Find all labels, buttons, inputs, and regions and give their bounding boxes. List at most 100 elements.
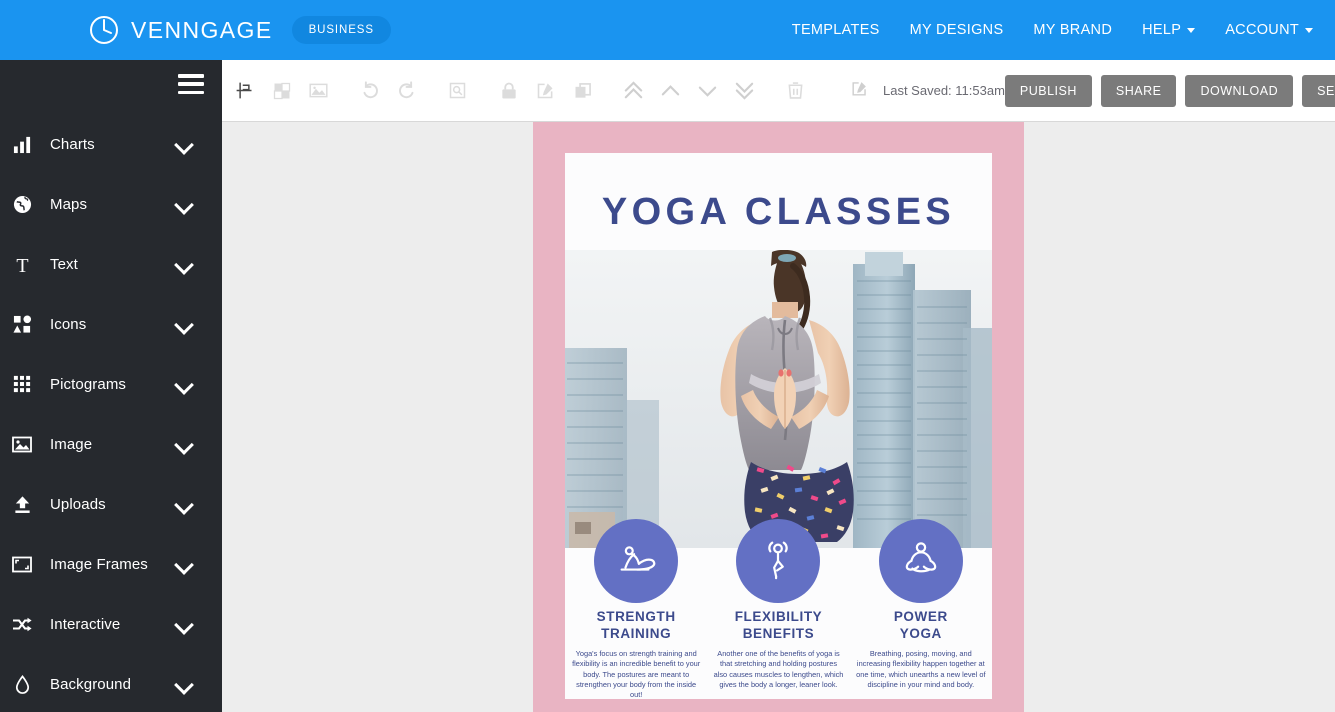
shuffle-arrows-icon [8,612,36,636]
sidebar-item-pictograms[interactable]: Pictograms [0,354,222,414]
brand-logo-group[interactable]: VENNGAGE [88,14,273,46]
nav-item-account[interactable]: ACCOUNT [1225,22,1313,38]
shapes-icon [8,312,36,336]
design-workspace[interactable]: YOGA CLASSES STRENGTH TRAINING Yoga's fo… [222,122,1335,712]
rename-document-icon[interactable] [850,79,869,103]
redo-arrow-icon[interactable] [391,75,422,106]
chevron-down-icon [176,196,192,212]
picture-icon [8,432,36,456]
toolbar-group-history [351,75,425,106]
feature-flexibility[interactable]: FLEXIBILITY BENEFITS Another one of the … [707,608,849,699]
settings-button[interactable]: SETTINGS [1302,74,1335,107]
svg-text:T: T [16,254,28,274]
feature-power[interactable]: POWER YOGA Breathing, posing, moving, an… [850,608,992,699]
yoga-photo[interactable] [565,250,992,548]
chevron-down-icon [176,556,192,572]
feature-body-strength: Yoga's focus on strength training and fl… [572,649,701,699]
crop-frame-icon[interactable] [442,75,473,106]
flyer-title[interactable]: YOGA CLASSES [565,191,992,234]
trash-icon[interactable] [780,75,811,106]
toolbar-group-arrange [222,75,337,106]
toolbar-group-layer-order [615,75,763,106]
sidebar-item-charts[interactable]: Charts [0,114,222,174]
sidebar-label-icons: Icons [50,315,87,333]
left-sidebar: Charts Maps T Text Icons Pictograms Imag… [0,60,222,712]
workspace-scrollbar[interactable] [1326,122,1335,712]
sidebar-item-interactive[interactable]: Interactive [0,594,222,654]
chevron-down-icon [176,676,192,692]
plan-badge[interactable]: BUSINESS [291,16,391,44]
pencil-square-icon[interactable] [530,75,561,106]
toolbar-group-object [490,75,601,106]
yoga-tree-pose-icon [755,536,801,587]
copy-icon[interactable] [567,75,598,106]
chevron-down-icon [176,316,192,332]
feature-body-power: Breathing, posing, moving, and increasin… [856,649,986,689]
double-chevron-up-icon[interactable] [618,75,649,106]
sidebar-label-interactive: Interactive [50,615,121,633]
feature-title-strength: STRENGTH TRAINING [596,609,676,641]
hamburger-menu-icon[interactable] [178,74,204,94]
nav-label-help: HELP [1142,22,1182,38]
chevron-down-icon[interactable] [692,75,723,106]
nav-label-templates: TEMPLATES [791,22,880,38]
feature-body-flexibility: Another one of the benefits of yoga is t… [713,649,844,689]
clock-circle-logo-icon [88,14,120,46]
image-icon[interactable] [303,75,334,106]
chevron-up-icon[interactable] [655,75,686,106]
chevron-down-icon [176,616,192,632]
sidebar-item-uploads[interactable]: Uploads [0,474,222,534]
publish-button[interactable]: PUBLISH [1004,74,1092,107]
nav-label-my-brand: MY BRAND [1033,22,1113,38]
chevron-down-icon [176,256,192,272]
sidebar-item-image-frames[interactable]: Image Frames [0,534,222,594]
top-nav-links: TEMPLATES MY DESIGNS MY BRAND HELP ACCOU… [792,22,1313,38]
toolbar-group-delete [777,75,814,106]
chevron-down-icon [176,436,192,452]
sidebar-item-image[interactable]: Image [0,414,222,474]
undo-arrow-icon[interactable] [354,75,385,106]
lock-icon[interactable] [493,75,524,106]
nav-item-templates[interactable]: TEMPLATES [792,22,880,38]
sidebar-label-image-frames: Image Frames [50,555,148,573]
grid-dots-icon [8,372,36,396]
feature-strength[interactable]: STRENGTH TRAINING Yoga's focus on streng… [565,608,707,699]
chevron-down-icon [176,136,192,152]
yoga-photo-illustration [565,250,992,548]
brand-name: VENNGAGE [131,16,273,43]
globe-icon [8,192,36,216]
nav-item-my-designs[interactable]: MY DESIGNS [910,22,1004,38]
feature-circle-power[interactable] [878,519,963,603]
feature-text-row: STRENGTH TRAINING Yoga's focus on streng… [565,608,992,699]
checker-swap-icon[interactable] [266,75,297,106]
nav-item-help[interactable]: HELP [1142,22,1196,38]
sidebar-item-maps[interactable]: Maps [0,174,222,234]
sidebar-label-text: Text [50,255,78,273]
last-saved-status: Last Saved: 11:53am [883,83,1005,98]
sidebar-label-pictograms: Pictograms [50,375,127,393]
sidebar-item-icons[interactable]: Icons [0,294,222,354]
chevron-down-icon [176,496,192,512]
sidebar-label-uploads: Uploads [50,495,106,513]
design-canvas[interactable]: YOGA CLASSES STRENGTH TRAINING Yoga's fo… [533,122,1024,712]
sidebar-label-charts: Charts [50,135,95,153]
bar-chart-icon [8,132,36,156]
toolbar-actions: PUBLISH SHARE DOWNLOAD SETTINGS [1004,74,1335,107]
share-button[interactable]: SHARE [1100,74,1177,107]
download-button[interactable]: DOWNLOAD [1185,74,1294,107]
chevron-down-icon [1187,27,1196,33]
nav-label-my-designs: MY DESIGNS [909,22,1004,38]
droplet-icon [8,672,36,696]
text-t-icon: T [8,252,36,276]
align-icon[interactable] [229,75,260,106]
sidebar-item-text[interactable]: T Text [0,234,222,294]
sidebar-item-background[interactable]: Background [0,654,222,712]
nav-item-my-brand[interactable]: MY BRAND [1033,22,1112,38]
flyer-sheet[interactable]: YOGA CLASSES STRENGTH TRAINING Yoga's fo… [565,153,992,699]
feature-icon-row [565,519,992,603]
sidebar-label-background: Background [50,675,132,693]
feature-circle-flexibility[interactable] [736,519,821,603]
feature-title-power: POWER YOGA [893,609,948,641]
double-chevron-down-icon[interactable] [729,75,760,106]
feature-circle-strength[interactable] [594,519,679,603]
